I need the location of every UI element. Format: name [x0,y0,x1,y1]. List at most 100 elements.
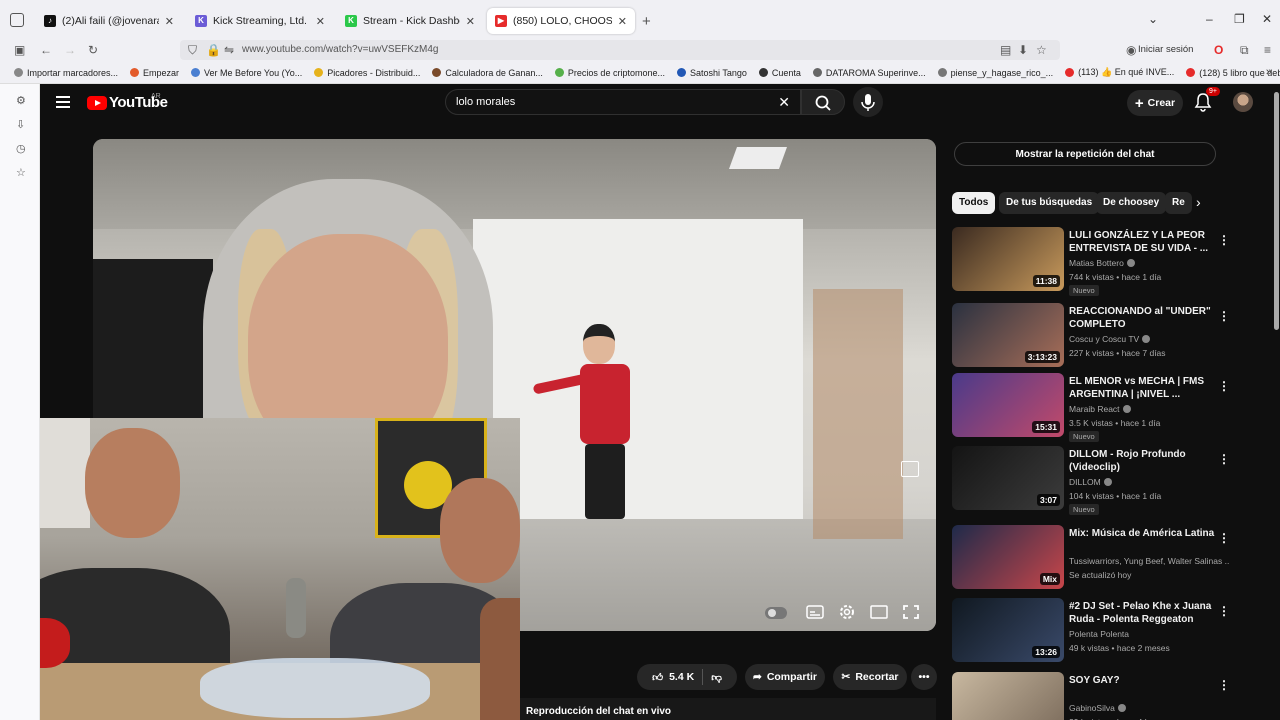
save-page-icon[interactable]: ⬇ [1018,43,1028,57]
browser-tab[interactable]: ♪ (2)Ali faili (@jovenarabe) | TikTok ✕ [36,8,182,34]
close-tab-icon[interactable]: ✕ [165,15,174,28]
video-thumbnail[interactable]: 13:26 [952,598,1064,662]
more-vertical-icon[interactable]: ⋮ [1218,379,1230,393]
youtube-logo-icon[interactable] [87,96,107,110]
more-vertical-icon[interactable]: ⋮ [1218,233,1230,247]
bookmark-item[interactable]: Ver Me Before You (Yo... [191,68,302,78]
reload-icon[interactable]: ↻ [88,43,98,57]
theater-mode-icon[interactable] [868,603,890,621]
clear-search-icon[interactable]: ✕ [778,94,790,111]
chat-replay-header[interactable]: Reproducción del chat en vivo [520,698,936,720]
recommended-video[interactable]: 15:31 EL MENOR vs MECHA | FMS ARGENTINA |… [952,373,1232,442]
close-tab-icon[interactable]: ✕ [316,15,325,28]
lock-icon[interactable]: 🔒 [206,43,221,57]
page-info-icon[interactable]: ⇋ [224,43,234,57]
browser-tab[interactable]: K Stream - Kick Dashboard ✕ [337,8,483,34]
video-thumbnail[interactable]: 15:31 [952,373,1064,437]
bookmarks-overflow-icon[interactable]: » [1266,66,1272,78]
autoplay-toggle[interactable] [765,607,787,619]
close-tab-icon[interactable]: ✕ [466,15,475,28]
recommended-video[interactable]: 3:07 DILLOM - Rojo Profundo (Videoclip) DI… [952,446,1232,515]
like-button[interactable]: 👍︎ 5.4 K [652,671,694,684]
tab-overflow-chevron-icon[interactable]: ⌄ [1148,12,1158,26]
tab-list-icon[interactable] [10,13,24,27]
video-thumbnail[interactable] [952,672,1064,720]
downloads-icon[interactable]: ⇩ [16,118,25,131]
more-vertical-icon[interactable]: ⋮ [1218,531,1230,545]
avatar[interactable] [1233,92,1253,112]
sidebar-toggle-icon[interactable]: ▣ [14,43,25,57]
shield-icon[interactable]: ⛉ [188,43,197,58]
video-thumbnail[interactable]: 3:13:23 [952,303,1064,367]
forward-icon[interactable]: → [64,43,76,57]
menu-icon[interactable]: ≡ [1264,43,1271,57]
filter-chip[interactable]: De choosey [1096,192,1167,214]
voice-search-button[interactable] [853,87,883,117]
filter-chip[interactable]: Re [1165,192,1192,214]
address-bar[interactable]: ⛉ 🔒 ⇋ www.youtube.com/watch?v=uwVSEFKzM4… [180,40,1060,60]
bookmark-star-icon[interactable]: ☆ [1036,43,1047,57]
create-button[interactable]: + Crear [1127,90,1183,116]
search-query[interactable]: lolo morales [456,96,515,108]
browser-tab[interactable]: ▶ (850) LOLO, CHOOSEY - QU ✕ [487,8,635,34]
more-actions-button[interactable]: ••• [911,664,937,690]
channel-name[interactable]: Maraib React [1069,404,1229,414]
more-vertical-icon[interactable]: ⋮ [1218,309,1230,323]
video-thumbnail[interactable]: 3:07 [952,446,1064,510]
chevron-right-icon[interactable]: › [1196,194,1201,210]
bookmark-item[interactable]: Picadores - Distribuid... [314,68,420,78]
more-vertical-icon[interactable]: ⋮ [1218,604,1230,618]
search-input[interactable]: lolo morales ✕ [445,89,801,115]
browser-tab[interactable]: K Kick Streaming, Ltd. | Configura ✕ [187,8,333,34]
channel-name[interactable]: Coscu y Coscu TV [1069,334,1229,344]
new-tab-button[interactable]: + [642,13,651,30]
filter-chip[interactable]: De tus búsquedas [999,192,1100,214]
bookmarks-star-icon[interactable]: ☆ [16,166,26,179]
guide-menu-icon[interactable] [56,96,70,108]
account-icon[interactable]: ◉ [1126,43,1136,57]
restore-icon[interactable]: ❐ [1234,12,1245,26]
bookmark-item[interactable]: Calculadora de Ganan... [432,68,543,78]
video-title[interactable]: REACCIONANDO al "UNDER" COMPLETO [1069,305,1219,331]
url-text[interactable]: www.youtube.com/watch?v=uwVSEFKzM4g [242,44,438,55]
video-title[interactable]: SOY GAY? [1069,674,1219,687]
fullscreen-icon[interactable] [900,603,922,621]
channel-name[interactable]: Matias Bottero [1069,258,1229,268]
extensions-icon[interactable]: ⧉ [1240,43,1249,58]
recommended-video[interactable]: SOY GAY?GabinoSilva29 k vistas • hace 4 … [952,672,1232,720]
dislike-button[interactable]: 👎︎ [711,671,722,684]
video-title[interactable]: Mix: Música de América Latina [1069,527,1219,540]
back-icon[interactable]: ← [40,43,52,57]
signin-button[interactable]: Iniciar sesión [1138,44,1193,55]
bookmark-item[interactable]: piense_y_hagase_rico_... [937,68,1053,78]
reader-view-icon[interactable]: ▤ [1000,43,1011,57]
opera-icon[interactable]: O [1214,43,1223,57]
recommended-video[interactable]: Mix Mix: Música de América Latina Tussiwar… [952,525,1232,593]
history-clock-icon[interactable]: ◷ [16,142,26,155]
settings-gear-icon[interactable] [836,603,858,621]
more-vertical-icon[interactable]: ⋮ [1218,452,1230,466]
bookmark-item[interactable]: Empezar [130,68,179,78]
channel-name[interactable]: Polenta Polenta [1069,629,1229,639]
bookmark-item[interactable]: Cuenta [758,68,801,78]
minimize-icon[interactable]: – [1206,12,1213,26]
subtitles-icon[interactable] [804,603,826,621]
close-tab-icon[interactable]: ✕ [618,15,627,28]
recommended-video[interactable]: 11:38 LULI GONZÁLEZ Y LA PEOR ENTREVISTA … [952,227,1232,296]
video-thumbnail[interactable]: Mix [952,525,1064,589]
bookmark-item[interactable]: Precios de criptomone... [554,68,665,78]
channel-name[interactable]: Tussiwarriors, Yung Beef, Walter Salinas… [1069,556,1229,566]
bookmark-item[interactable]: Importar marcadores... [14,68,118,78]
video-title[interactable]: #2 DJ Set - Pelao Khe x Juana Ruda - Pol… [1069,600,1219,626]
video-title[interactable]: DILLOM - Rojo Profundo (Videoclip) [1069,448,1219,474]
bookmark-item[interactable]: (113) 👍 En qué INVE... [1065,67,1174,78]
video-thumbnail[interactable]: 11:38 [952,227,1064,291]
scrollbar[interactable] [1274,92,1279,330]
channel-name[interactable]: GabinoSilva [1069,703,1229,713]
filter-chip[interactable]: Todos [952,192,996,214]
channel-name[interactable]: DILLOM [1069,477,1229,487]
settings-gear-icon[interactable]: ⚙ [16,94,26,107]
video-title[interactable]: LULI GONZÁLEZ Y LA PEOR ENTREVISTA DE SU… [1069,229,1219,255]
search-button[interactable] [801,89,845,115]
show-chat-replay-button[interactable]: Mostrar la repetición del chat [954,142,1216,166]
